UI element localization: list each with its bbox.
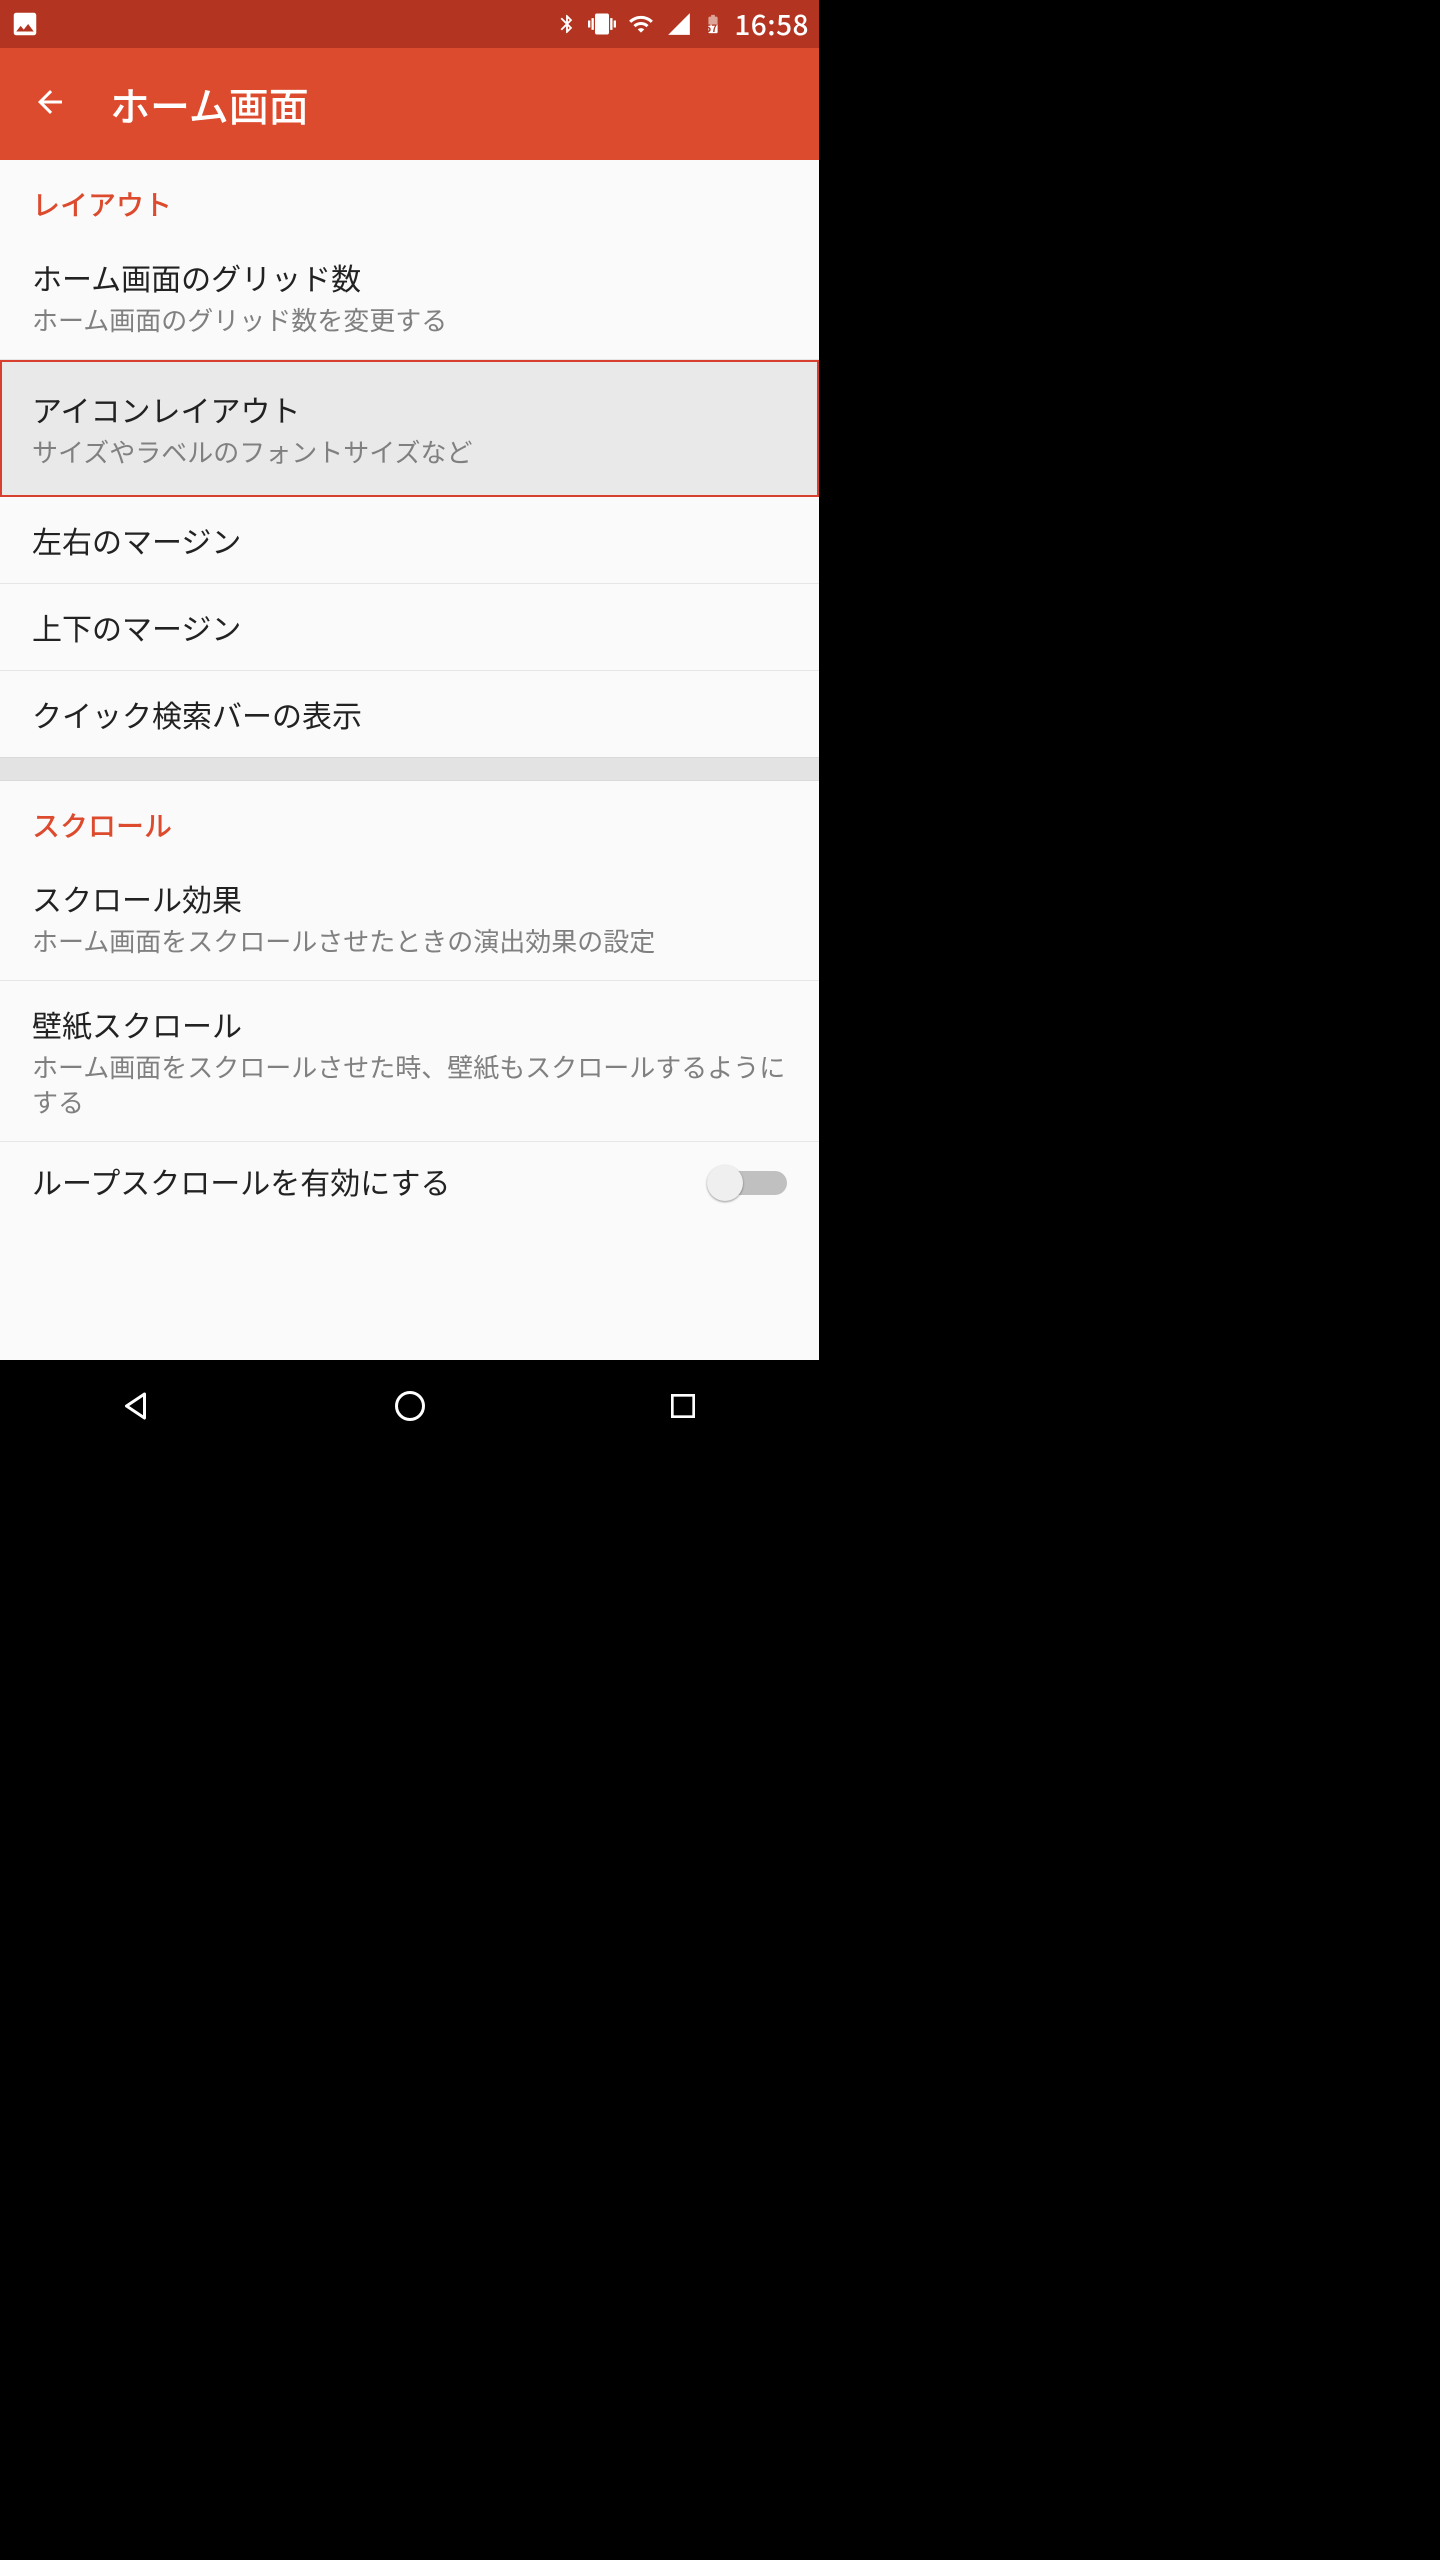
item-subtitle: ホーム画面をスクロールさせたときの演出効果の設定	[32, 923, 787, 958]
section-header-scroll: スクロール	[0, 781, 819, 855]
image-icon	[10, 9, 40, 39]
back-button[interactable]	[22, 76, 78, 132]
item-scroll-effect[interactable]: スクロール効果 ホーム画面をスクロールさせたときの演出効果の設定	[0, 855, 819, 981]
nav-recent-button[interactable]	[623, 1378, 743, 1438]
item-subtitle: ホーム画面のグリッド数を変更する	[32, 302, 787, 337]
status-time: 16:58	[734, 4, 809, 44]
item-icon-layout[interactable]: アイコンレイアウト サイズやラベルのフォントサイズなど	[0, 360, 819, 497]
loop-scroll-toggle[interactable]	[707, 1163, 787, 1199]
navigation-bar	[0, 1360, 819, 1456]
item-title: ホーム画面のグリッド数	[32, 256, 787, 298]
triangle-back-icon	[119, 1388, 155, 1429]
switch-thumb	[707, 1165, 743, 1201]
item-title: 左右のマージン	[32, 519, 787, 561]
status-bar: 57 16:58	[0, 0, 819, 48]
item-wallpaper-scroll[interactable]: 壁紙スクロール ホーム画面をスクロールさせた時、壁紙もスクロールするようにする	[0, 981, 819, 1142]
item-title: 壁紙スクロール	[32, 1003, 787, 1045]
bluetooth-icon	[556, 10, 578, 38]
arrow-back-icon	[32, 84, 68, 125]
settings-list[interactable]: レイアウト ホーム画面のグリッド数 ホーム画面のグリッド数を変更する アイコンレ…	[0, 160, 819, 1360]
phone-screen: 57 16:58 ホーム画面 レイアウト ホーム画面のグリッド数 ホーム画面のグ…	[0, 0, 819, 1456]
item-quick-search-bar[interactable]: クイック検索バーの表示	[0, 671, 819, 757]
item-title: クイック検索バーの表示	[32, 693, 787, 735]
item-tb-margin[interactable]: 上下のマージン	[0, 584, 819, 671]
item-loop-scroll[interactable]: ループスクロールを有効にする	[0, 1142, 819, 1212]
item-grid-size[interactable]: ホーム画面のグリッド数 ホーム画面のグリッド数を変更する	[0, 234, 819, 360]
nav-back-button[interactable]	[77, 1378, 197, 1438]
circle-home-icon	[392, 1388, 428, 1429]
signal-icon	[666, 11, 692, 37]
item-subtitle: ホーム画面をスクロールさせた時、壁紙もスクロールするようにする	[32, 1049, 787, 1119]
item-title: アイコンレイアウト	[32, 388, 787, 430]
app-bar: ホーム画面	[0, 48, 819, 160]
section-divider	[0, 757, 819, 781]
nav-home-button[interactable]	[350, 1378, 470, 1438]
square-recent-icon	[667, 1390, 699, 1427]
item-title: ループスクロールを有効にする	[32, 1160, 707, 1202]
page-title: ホーム画面	[110, 75, 309, 133]
vibrate-icon	[588, 10, 616, 38]
item-lr-margin[interactable]: 左右のマージン	[0, 497, 819, 584]
battery-level: 57	[705, 20, 717, 35]
wifi-icon	[626, 11, 656, 37]
item-title: 上下のマージン	[32, 606, 787, 648]
item-subtitle: サイズやラベルのフォントサイズなど	[32, 434, 787, 469]
section-header-layout: レイアウト	[0, 160, 819, 234]
item-title: スクロール効果	[32, 877, 787, 919]
battery-icon: 57	[702, 10, 724, 38]
